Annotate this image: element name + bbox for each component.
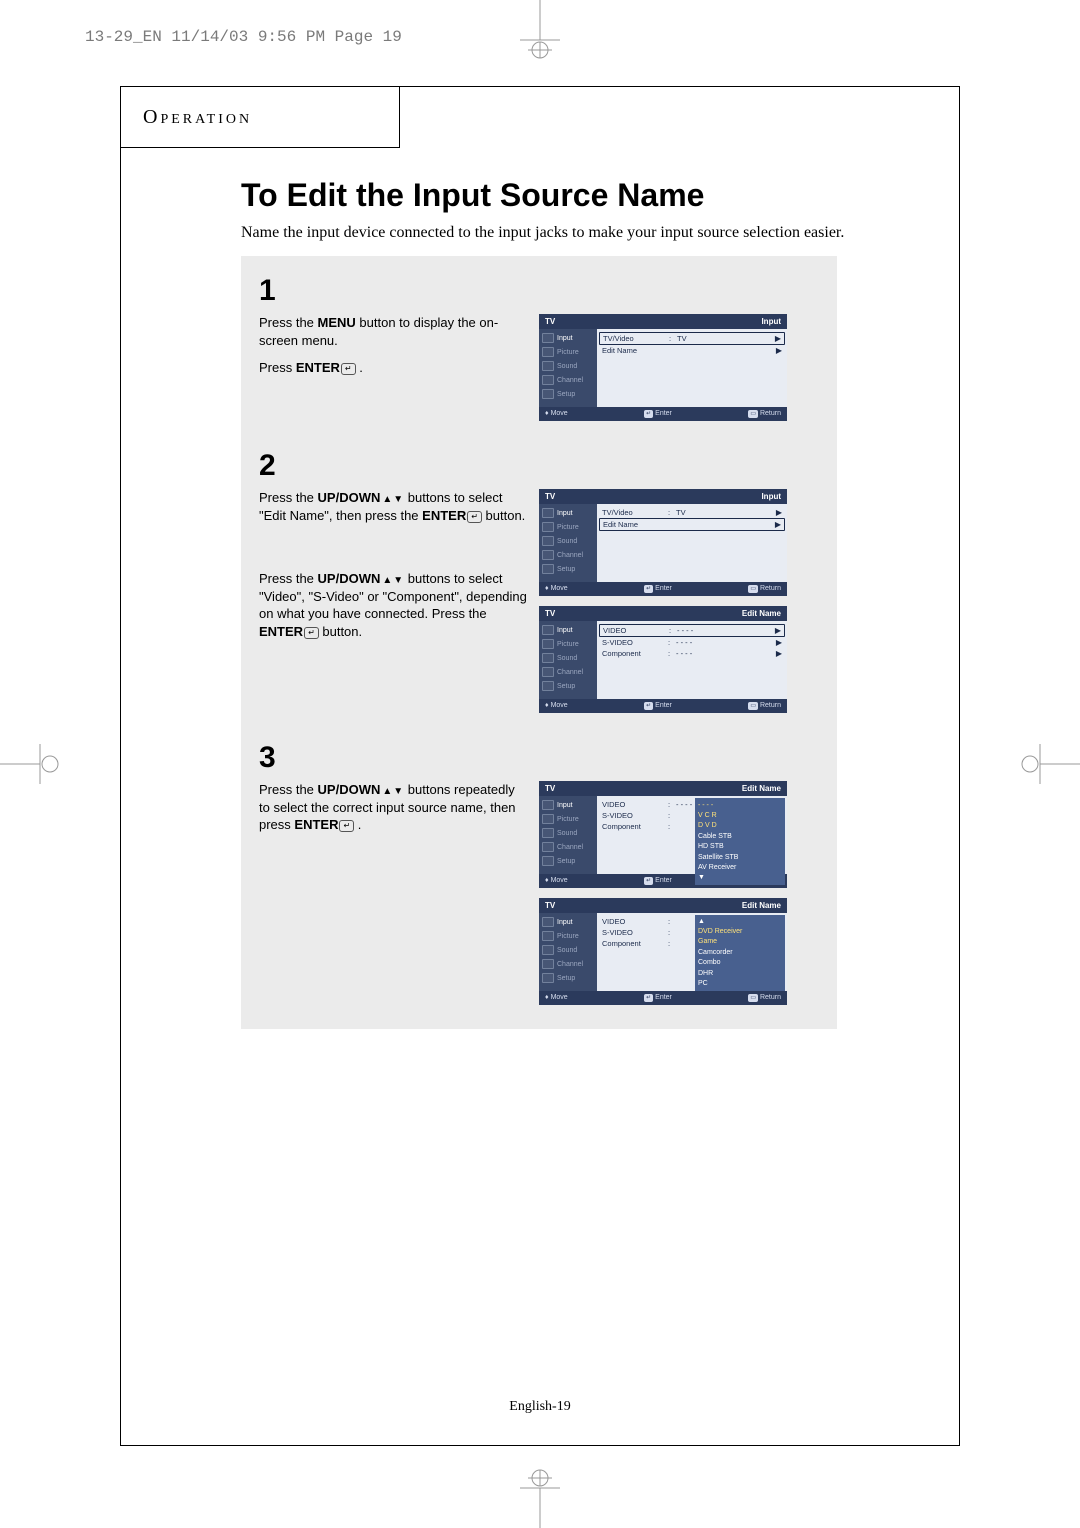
step-number: 2 — [259, 449, 819, 483]
osd-screenshot-3a: TVEdit Name Input Picture Sound Channel … — [539, 781, 787, 888]
osd-menu-channel: Channel — [539, 373, 597, 387]
crop-mark-top — [510, 0, 570, 60]
step-3: 3 Press the UP/DOWN buttons repeatedly t… — [259, 741, 819, 1005]
osd-screenshot-3b: TVEdit Name Input Picture Sound Channel … — [539, 898, 787, 1005]
step-number: 3 — [259, 741, 819, 775]
page-footer: English-19 — [121, 1399, 959, 1415]
osd-menu-sound: Sound — [539, 359, 597, 373]
enter-icon: ↵ — [304, 627, 319, 639]
print-header: 13-29_EN 11/14/03 9:56 PM Page 19 — [85, 28, 402, 46]
step-text: Press the UP/DOWN buttons repeatedly to … — [259, 781, 529, 844]
osd-screenshot-2a: TVInput Input Picture Sound Channel Setu… — [539, 489, 787, 596]
enter-icon: ↵ — [467, 511, 482, 523]
osd-dropdown: ▲ DVD Receiver Game Camcorder Combo DHR … — [695, 915, 785, 991]
steps-panel: 1 Press the MENU button to display the o… — [241, 256, 837, 1029]
page-content: To Edit the Input Source Name Name the i… — [241, 177, 929, 1029]
step-text: Press the UP/DOWN buttons to select "Edi… — [259, 489, 529, 650]
osd-menu-picture: Picture — [539, 345, 597, 359]
osd-menu-setup: Setup — [539, 387, 597, 401]
step-1: 1 Press the MENU button to display the o… — [259, 274, 819, 421]
crop-mark-right — [1020, 734, 1080, 794]
intro-text: Name the input device connected to the i… — [241, 224, 929, 242]
page-title: To Edit the Input Source Name — [241, 177, 929, 214]
step-number: 1 — [259, 274, 819, 308]
osd-menu-input: Input — [539, 331, 597, 345]
step-2: 2 Press the UP/DOWN buttons to select "E… — [259, 449, 819, 713]
crop-mark-left — [0, 734, 60, 794]
page-frame: Operation To Edit the Input Source Name … — [120, 86, 960, 1446]
osd-dropdown: - - - - V C R D V D Cable STB HD STB Sat… — [695, 798, 785, 885]
enter-icon: ↵ — [339, 820, 354, 832]
step-text: Press the MENU button to display the on-… — [259, 314, 529, 387]
enter-icon: ↵ — [341, 363, 356, 375]
crop-mark-bottom — [510, 1468, 570, 1528]
osd-screenshot-2b: TVEdit Name Input Picture Sound Channel … — [539, 606, 787, 713]
osd-screenshot-1: TVInput Input Picture Sound Channel Setu… — [539, 314, 787, 421]
section-tab: Operation — [120, 86, 400, 148]
